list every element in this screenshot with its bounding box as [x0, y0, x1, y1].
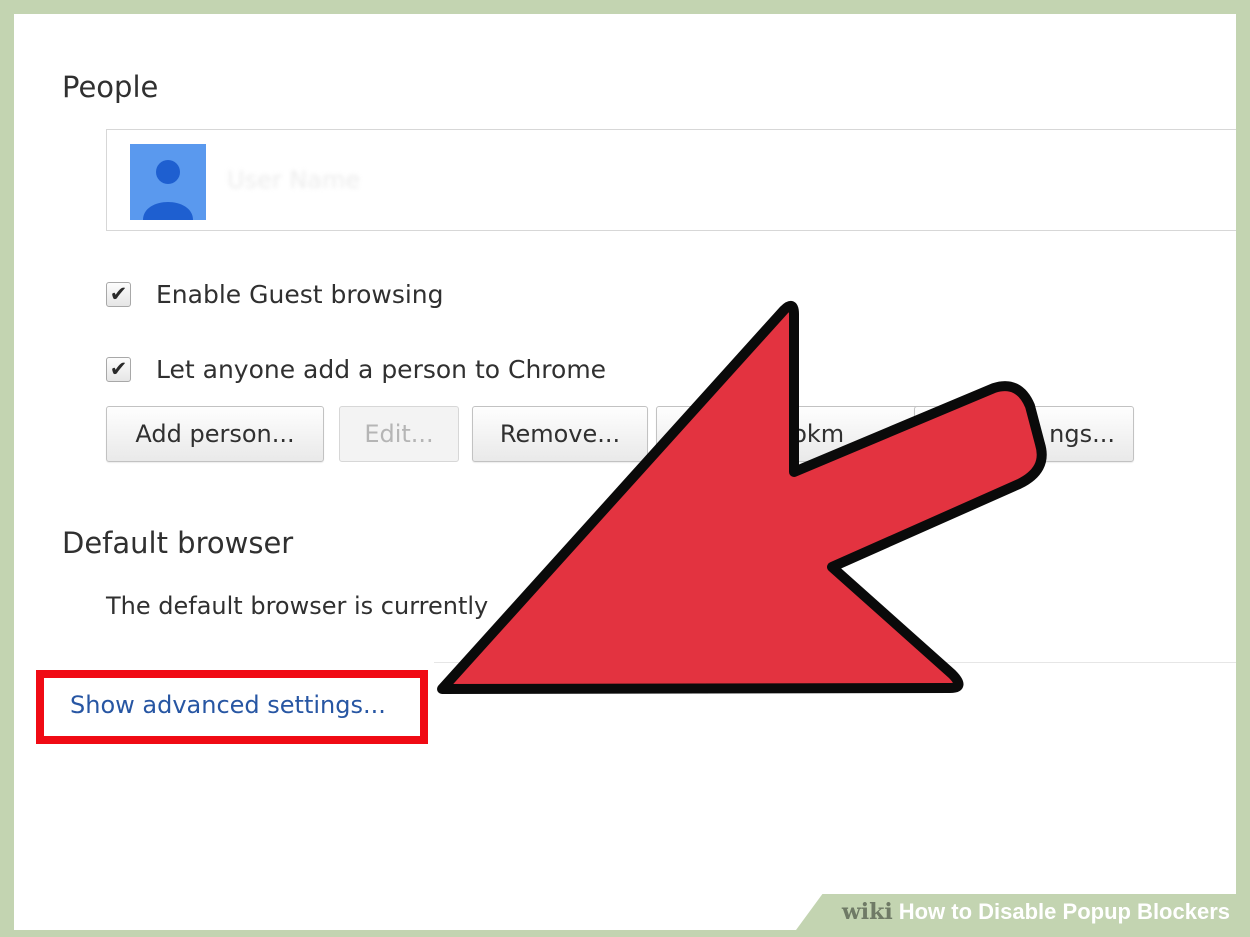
pointer-arrow-icon [437, 300, 1047, 694]
watermark-title: How to Disable Popup Blockers [898, 899, 1230, 924]
watermark-brand: wiki [841, 899, 893, 925]
wikihow-watermark: wiki How to Disable Popup Blockers [796, 894, 1236, 930]
chrome-settings-page: People User Name ✔ Enable Guest browsing… [14, 14, 1236, 930]
